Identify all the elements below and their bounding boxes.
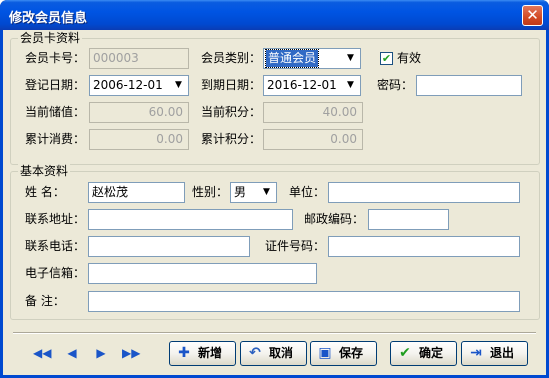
address-label: 联系地址： (25, 212, 86, 226)
total-spend-field[interactable]: 0.00 (89, 129, 189, 150)
cancel-button-label: 取消 (269, 346, 294, 360)
close-button[interactable]: ✕ (522, 5, 543, 26)
chevron-down-icon[interactable]: ▼ (342, 50, 359, 67)
points-label: 当前积分： (201, 105, 262, 119)
zip-label: 邮政编码： (304, 212, 365, 226)
valid-checkbox[interactable]: ✔ (380, 52, 393, 65)
ok-button-label: 确定 (419, 346, 444, 360)
card-no-field[interactable]: 000003 (89, 48, 189, 69)
id-number-label: 证件号码： (265, 239, 326, 253)
expire-date-value: 2016-12-01 (267, 78, 337, 92)
total-points-field[interactable]: 0.00 (263, 129, 363, 150)
valid-label: 有效 (397, 51, 422, 65)
total-spend-label: 累计消费： (25, 132, 86, 146)
member-type-value: 普通会员 (264, 49, 320, 68)
reg-date-label: 登记日期： (25, 78, 86, 92)
basic-info-group-title: 基本资料 (18, 164, 71, 178)
member-type-label: 会员类别： (201, 51, 262, 65)
floppy-icon: ▣ (318, 345, 332, 361)
toolbar-separator (13, 332, 536, 334)
address-field[interactable] (88, 209, 293, 230)
total-points-label: 累计积分： (201, 132, 262, 146)
name-field[interactable]: 赵松茂 (88, 182, 185, 203)
close-icon: ✕ (526, 6, 539, 24)
checkmark-icon: ✔ (381, 52, 392, 65)
add-button-label: 新增 (198, 346, 223, 360)
reg-date-value: 2006-12-01 (93, 78, 163, 92)
password-field[interactable] (416, 75, 522, 96)
undo-icon: ↶ (249, 345, 261, 361)
company-label: 单位： (289, 185, 326, 199)
dialog-window: 修改会员信息 ✕ 会员卡资料 会员卡号： 000003 会员类别： 普通会员 ▼… (0, 0, 549, 378)
chevron-down-icon[interactable]: ▼ (170, 77, 187, 94)
balance-field[interactable]: 60.00 (89, 102, 189, 123)
card-info-group-title: 会员卡资料 (18, 31, 83, 45)
plus-icon: ✚ (178, 345, 190, 361)
balance-label: 当前储值： (25, 105, 86, 119)
first-record-icon[interactable]: ◀◀ (33, 344, 51, 362)
gender-value: 男 (234, 185, 247, 199)
chevron-down-icon[interactable]: ▼ (258, 184, 275, 201)
phone-label: 联系电话： (25, 239, 86, 253)
id-number-field[interactable] (328, 236, 520, 257)
save-button[interactable]: ▣ 保存 (310, 341, 377, 366)
email-label: 电子信箱： (25, 266, 86, 280)
expire-date-label: 到期日期： (201, 78, 262, 92)
title-bar[interactable]: 修改会员信息 ✕ (0, 0, 549, 30)
name-label: 姓 名： (25, 185, 65, 199)
window-title: 修改会员信息 (9, 11, 88, 26)
chevron-down-icon[interactable]: ▼ (342, 77, 359, 94)
password-label: 密码： (377, 78, 414, 92)
dialog-client: 会员卡资料 会员卡号： 000003 会员类别： 普通会员 ▼ ✔ 有效 登记日… (3, 30, 546, 375)
email-field[interactable] (88, 263, 317, 284)
exit-button-label: 退出 (490, 346, 515, 360)
next-record-icon[interactable]: ▶ (92, 344, 110, 362)
expire-date-picker[interactable]: 2016-12-01 ▼ (263, 75, 361, 96)
note-field[interactable] (88, 291, 520, 312)
phone-field[interactable] (88, 236, 250, 257)
add-button[interactable]: ✚ 新增 (169, 341, 236, 366)
prev-record-icon[interactable]: ◀ (63, 344, 81, 362)
card-no-label: 会员卡号： (25, 51, 86, 65)
note-label: 备 注： (25, 294, 65, 308)
gender-label: 性别： (192, 185, 229, 199)
zip-field[interactable] (368, 209, 449, 230)
gender-select[interactable]: 男 ▼ (230, 182, 277, 203)
last-record-icon[interactable]: ▶▶ (122, 344, 140, 362)
save-button-label: 保存 (339, 346, 364, 360)
member-type-select[interactable]: 普通会员 ▼ (263, 48, 361, 69)
exit-door-icon: ⇥ (470, 345, 482, 361)
cancel-button[interactable]: ↶ 取消 (240, 341, 307, 366)
points-field[interactable]: 40.00 (263, 102, 363, 123)
ok-button[interactable]: ✔ 确定 (390, 341, 457, 366)
company-field[interactable] (328, 182, 520, 203)
checkmark-icon: ✔ (399, 345, 411, 361)
reg-date-picker[interactable]: 2006-12-01 ▼ (89, 75, 189, 96)
exit-button[interactable]: ⇥ 退出 (461, 341, 528, 366)
